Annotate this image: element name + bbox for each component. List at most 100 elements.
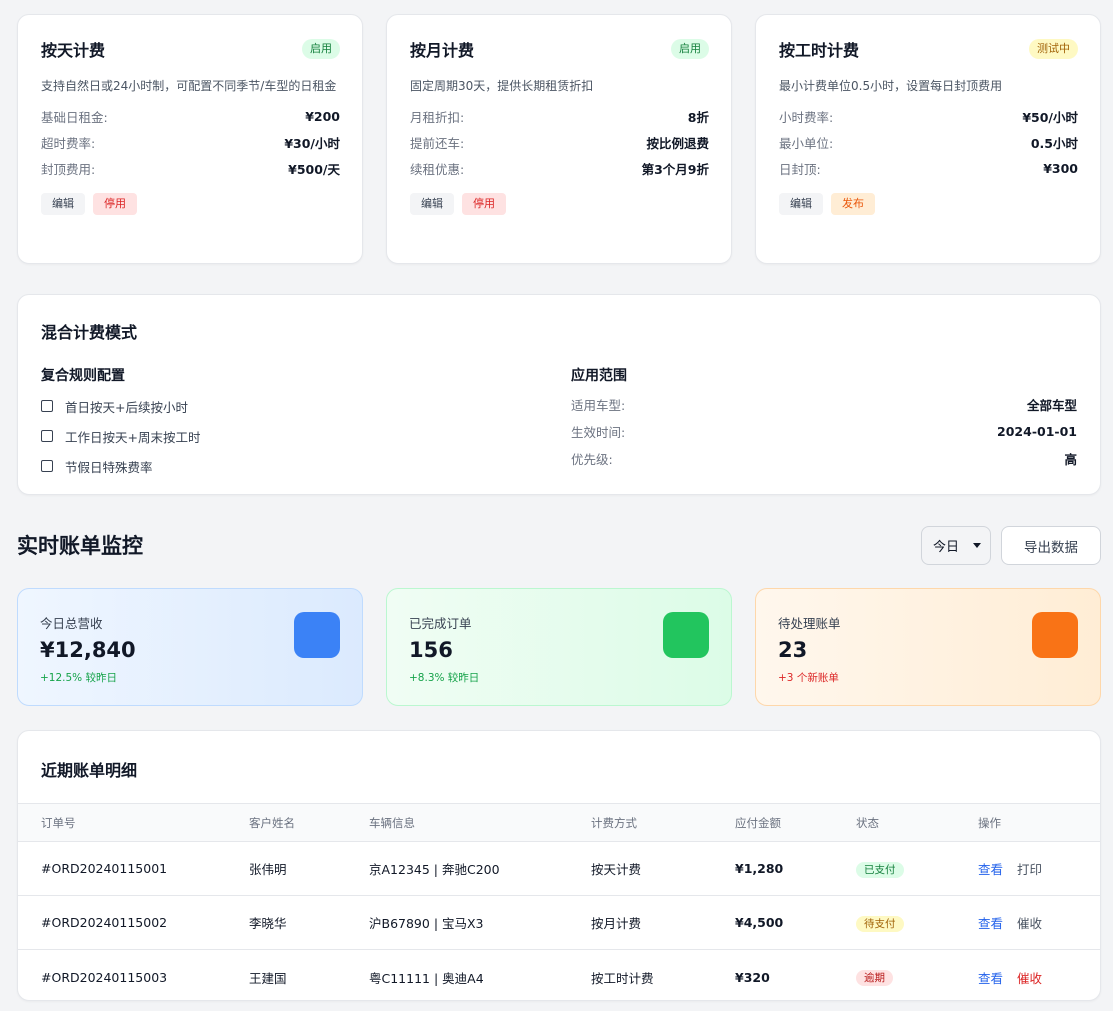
- export-button[interactable]: 导出数据: [1001, 526, 1101, 565]
- scope-row: 优先级: 高: [571, 445, 1077, 472]
- param-value: ¥200: [305, 108, 340, 124]
- orders-icon: [663, 612, 709, 658]
- scope-value: 2024-01-01: [997, 424, 1077, 439]
- card-title: 按天计费: [41, 41, 106, 60]
- billing-mode: 按月计费: [591, 916, 642, 931]
- scope-label: 适用车型:: [571, 398, 626, 413]
- customer-name: 张伟明: [249, 862, 287, 877]
- table-row: #ORD20240115002 李晓华 沪B67890 | 宝马X3 按月计费 …: [18, 896, 1100, 950]
- scope-value: 高: [1064, 452, 1077, 467]
- rule-option[interactable]: 节假日特殊费率: [41, 451, 571, 481]
- stat-delta: +8.3% 较昨日: [409, 672, 480, 684]
- publish-button[interactable]: 发布: [831, 193, 875, 215]
- param-row: 续租优惠: 第3个月9折: [410, 155, 709, 181]
- view-link[interactable]: 查看: [978, 913, 1003, 932]
- scope-value: 全部车型: [1026, 398, 1077, 413]
- table-row: #ORD20240115001 张伟明 京A12345 | 奔驰C200 按天计…: [18, 842, 1100, 896]
- param-value: ¥300: [1043, 160, 1078, 176]
- param-row: 封顶费用: ¥500/天: [41, 155, 340, 181]
- pricing-card-daily: 按天计费 启用 支持自然日或24小时制，可配置不同季节/车型的日租金 基础日租金…: [17, 14, 363, 264]
- amount: ¥4,500: [735, 915, 784, 930]
- checkbox[interactable]: [41, 460, 53, 472]
- view-link[interactable]: 查看: [978, 859, 1003, 878]
- col-header: 车辆信息: [369, 815, 415, 830]
- pending-icon: [1032, 612, 1078, 658]
- col-header: 状态: [856, 815, 879, 830]
- rule-option[interactable]: 首日按天+后续按小时: [41, 391, 571, 421]
- status-badge: 启用: [671, 39, 709, 59]
- param-row: 超时费率: ¥30/小时: [41, 129, 340, 155]
- scope-title: 应用范围: [571, 368, 627, 384]
- param-value: ¥50/小时: [1022, 109, 1078, 125]
- status-badge: 逾期: [856, 970, 893, 986]
- param-label: 超时费率:: [41, 135, 96, 151]
- period-value: 今日: [933, 540, 960, 555]
- disable-button[interactable]: 停用: [93, 193, 137, 215]
- col-header: 客户姓名: [249, 815, 295, 830]
- pricing-card-monthly: 按月计费 启用 固定周期30天，提供长期租赁折扣 月租折扣: 8折 提前还车: 按比…: [386, 14, 732, 264]
- scope-row: 适用车型: 全部车型: [571, 391, 1077, 418]
- table-row: #ORD20240115003 王建国 粤C11111 | 奥迪A4 按工时计费…: [18, 950, 1100, 1000]
- param-value: ¥500/天: [288, 161, 340, 177]
- scope-label: 生效时间:: [571, 425, 626, 440]
- param-label: 续租优惠:: [410, 161, 465, 177]
- stat-card-revenue: 今日总营收 ¥12,840 +12.5% 较昨日: [17, 588, 363, 706]
- param-row: 提前还车: 按比例退费: [410, 129, 709, 155]
- scope-row: 生效时间: 2024-01-01: [571, 418, 1077, 445]
- param-label: 基础日租金:: [41, 109, 108, 125]
- rule-option[interactable]: 工作日按天+周末按工时: [41, 421, 571, 451]
- stat-delta: +3 个新账单: [778, 672, 839, 684]
- param-label: 最小单位:: [779, 135, 834, 151]
- rule-label: 节假日特殊费率: [65, 459, 153, 475]
- panel-title: 混合计费模式: [41, 323, 138, 342]
- param-value: 0.5小时: [1030, 135, 1078, 151]
- param-label: 日封顶:: [779, 161, 821, 177]
- table-title: 近期账单明细: [41, 761, 138, 780]
- edit-button[interactable]: 编辑: [779, 193, 823, 215]
- checkbox[interactable]: [41, 400, 53, 412]
- rule-label: 首日按天+后续按小时: [65, 399, 188, 415]
- rule-label: 工作日按天+周末按工时: [65, 429, 201, 445]
- edit-button[interactable]: 编辑: [410, 193, 454, 215]
- order-id: #ORD20240115001: [41, 861, 168, 876]
- vehicle-info: 沪B67890 | 宝马X3: [369, 916, 484, 931]
- param-value: 按比例退费: [646, 135, 709, 151]
- customer-name: 王建国: [249, 970, 287, 986]
- section-title: 实时账单监控: [17, 534, 143, 558]
- param-row: 小时费率: ¥50/小时: [779, 103, 1078, 129]
- param-row: 基础日租金: ¥200: [41, 103, 340, 129]
- vehicle-info: 粤C11111 | 奥迪A4: [369, 970, 484, 986]
- rules-title: 复合规则配置: [41, 368, 125, 384]
- collect-link[interactable]: 催收: [1017, 913, 1042, 932]
- table-header: 订单号 客户姓名 车辆信息 计费方式 应付金额 状态 操作: [18, 803, 1100, 842]
- disable-button[interactable]: 停用: [462, 193, 506, 215]
- param-label: 封顶费用:: [41, 161, 96, 177]
- collect-link[interactable]: 催收: [1017, 968, 1042, 987]
- card-description: 支持自然日或24小时制，可配置不同季节/车型的日租金: [41, 79, 337, 93]
- col-header: 计费方式: [591, 815, 637, 830]
- param-value: 第3个月9折: [641, 161, 709, 177]
- period-select[interactable]: 今日: [921, 526, 991, 565]
- param-row: 月租折扣: 8折: [410, 103, 709, 129]
- param-row: 日封顶: ¥300: [779, 155, 1078, 181]
- card-description: 固定周期30天，提供长期租赁折扣: [410, 79, 594, 93]
- param-label: 月租折扣:: [410, 109, 465, 125]
- revenue-icon: [294, 612, 340, 658]
- card-description: 最小计费单位0.5小时，设置每日封顶费用: [779, 79, 1003, 93]
- status-badge: 测试中: [1029, 39, 1078, 59]
- card-title: 按工时计费: [779, 41, 860, 60]
- status-badge: 已支付: [856, 861, 904, 878]
- view-link[interactable]: 查看: [978, 968, 1003, 987]
- billing-mode: 按工时计费: [591, 970, 654, 986]
- print-link[interactable]: 打印: [1017, 859, 1042, 878]
- param-row: 最小单位: 0.5小时: [779, 129, 1078, 155]
- amount: ¥1,280: [735, 861, 784, 876]
- edit-button[interactable]: 编辑: [41, 193, 85, 215]
- checkbox[interactable]: [41, 430, 53, 442]
- stat-card-pending: 待处理账单 23 +3 个新账单: [755, 588, 1101, 706]
- param-value: ¥30/小时: [284, 135, 340, 151]
- col-header: 应付金额: [735, 815, 781, 830]
- col-header: 操作: [978, 815, 1001, 830]
- order-id: #ORD20240115003: [41, 969, 168, 985]
- amount: ¥320: [735, 969, 770, 985]
